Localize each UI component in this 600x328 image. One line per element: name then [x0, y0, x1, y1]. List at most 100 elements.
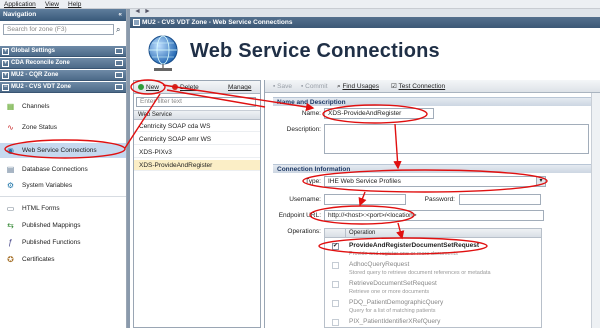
nav-item-published-mappings[interactable]: ⇆ Published Mappings	[0, 218, 126, 233]
function-icon: ƒ	[8, 238, 13, 247]
operations-table: Operation ✔ ProvideAndRegisterDocumentSet…	[324, 228, 542, 328]
endpoint-url-label: Endpoint URL:	[278, 212, 321, 219]
detail-toolbar: ▪ Save ▪ Commit ⌕ Find Usages ☑ Test Con…	[265, 80, 600, 93]
form-icon: ▭	[6, 204, 15, 213]
web-service-list-panel: New Delete Manage Enter filter text Web …	[133, 80, 261, 328]
operation-row[interactable]: PIX_PatientIdentifierXRefQuery	[325, 316, 541, 328]
operation-column-label: Operation	[349, 230, 376, 236]
password-field[interactable]	[459, 194, 541, 205]
operation-checkbox[interactable]	[332, 281, 339, 288]
nav-item-label: Published Mappings	[22, 222, 81, 229]
save-label: Save	[277, 83, 292, 90]
nav-item-channels[interactable]: ▦ Channels	[0, 99, 126, 114]
nav-divider	[0, 196, 126, 197]
manage-label: Manage	[228, 84, 252, 91]
database-icon: ▤	[6, 165, 15, 174]
test-icon: ☑	[391, 83, 397, 90]
test-connection-button[interactable]: ☑ Test Connection	[391, 80, 445, 93]
menu-application[interactable]: Application	[4, 0, 36, 9]
nav-item-database-connections[interactable]: ▤ Database Connections	[0, 162, 126, 177]
zone-icon	[115, 72, 123, 78]
nav-item-html-forms[interactable]: ▭ HTML Forms	[0, 201, 126, 216]
description-field[interactable]	[324, 124, 589, 154]
find-usages-button[interactable]: ⌕ Find Usages	[337, 80, 379, 93]
list-toolbar: New Delete Manage	[134, 81, 260, 94]
web-service-globe-icon	[148, 35, 178, 71]
delete-label: Delete	[180, 84, 199, 91]
operation-name: ProvideAndRegisterDocumentSetRequest	[349, 242, 480, 249]
navigation-title-bar: Navigation «	[0, 9, 126, 21]
type-select[interactable]: IHE Web Service Profiles ▾	[324, 176, 546, 187]
operations-header: Operation	[325, 229, 541, 238]
navigation-title: Navigation	[3, 11, 37, 18]
nav-item-zone-status[interactable]: ∿ Zone Status	[0, 120, 126, 135]
zone-label: MU2 - CVS VDT Zone	[11, 84, 72, 90]
manage-button[interactable]: Manage	[228, 81, 252, 94]
username-field[interactable]	[324, 194, 406, 205]
detail-scrollbar[interactable]	[591, 93, 600, 328]
nav-item-label: Database Connections	[22, 166, 88, 173]
new-label: New	[146, 84, 160, 91]
operation-checkbox[interactable]: ✔	[332, 243, 339, 250]
navigation-toolbar: ◄ ►	[130, 8, 600, 17]
section-name-description: Name and Description	[273, 97, 600, 106]
nav-item-published-functions[interactable]: ƒ Published Functions	[0, 235, 126, 250]
menu-help[interactable]: Help	[68, 0, 81, 9]
certificate-icon: ✪	[7, 255, 14, 264]
name-field[interactable]: XDS-ProvideAndRegister	[324, 108, 434, 119]
operation-description: Stored query to retrieve document refere…	[349, 270, 491, 276]
operation-checkbox[interactable]	[332, 262, 339, 269]
zone-icon	[115, 48, 123, 54]
zone-label: CDA Reconcile Zone	[11, 60, 70, 66]
nav-item-label: Zone Status	[22, 124, 58, 131]
operation-checkbox[interactable]	[332, 319, 339, 326]
operation-checkbox[interactable]	[332, 300, 339, 307]
zone-icon	[115, 84, 123, 90]
username-label: Username:	[289, 196, 321, 203]
zone-icon	[115, 60, 123, 66]
column-header-web-service[interactable]: Web Service	[134, 110, 260, 120]
back-icon[interactable]: ◄	[134, 8, 141, 15]
delete-button[interactable]: Delete	[172, 81, 199, 94]
pulse-icon: ∿	[7, 123, 14, 132]
add-icon	[138, 84, 144, 91]
zone-global-settings[interactable]: + Global Settings	[0, 46, 126, 57]
find-usages-label: Find Usages	[342, 83, 379, 90]
search-icon[interactable]: ⌕	[116, 24, 125, 35]
nav-item-label: System Variables	[22, 182, 73, 189]
new-button[interactable]: New	[138, 81, 159, 94]
connection-detail-panel: ▪ Save ▪ Commit ⌕ Find Usages ☑ Test Con…	[264, 80, 600, 328]
zone-label: Global Settings	[11, 48, 56, 54]
operation-name: AdhocQueryRequest	[349, 261, 410, 268]
zone-mu2-cqr[interactable]: + MU2 - CQR Zone	[0, 70, 126, 81]
name-label: Name:	[301, 110, 321, 117]
endpoint-url-field[interactable]: http://<host>:<port>/<location>	[324, 210, 544, 221]
operation-name: PDQ_PatientDemographicQuery	[349, 299, 444, 306]
list-item[interactable]: Centricity SOAP emr WS	[134, 134, 260, 145]
list-item[interactable]: XDS-PIXv3	[134, 147, 260, 158]
menu-view[interactable]: View	[45, 0, 59, 9]
menu-bar: Application View Help	[0, 0, 600, 9]
nav-item-label: Channels	[22, 103, 50, 110]
nav-item-label: Web Service Connections	[22, 147, 97, 154]
commit-button[interactable]: ▪ Commit	[301, 80, 328, 93]
forward-icon[interactable]: ►	[144, 8, 151, 15]
filter-input[interactable]: Enter filter text	[136, 97, 256, 107]
operation-description: Retrieve one or more documents	[349, 289, 430, 295]
zone-label: MU2 - CQR Zone	[11, 72, 59, 78]
type-value: IHE Web Service Profiles	[328, 178, 401, 185]
operation-description: Query for a list of matching patients	[349, 308, 436, 314]
list-item-selected[interactable]: XDS-ProvideAndRegister	[134, 160, 260, 171]
save-button[interactable]: ▪ Save	[273, 80, 292, 93]
tab-web-service-connections[interactable]: MU2 - CVS VDT Zone - Web Service Connect…	[130, 17, 600, 28]
list-item[interactable]: Centricity SOAP cda WS	[134, 121, 260, 132]
zone-mu2-cvs-vdt[interactable]: − MU2 - CVS VDT Zone	[0, 82, 126, 93]
zone-cda-reconcile[interactable]: + CDA Reconcile Zone	[0, 58, 126, 69]
zone-search-input[interactable]: Search for zone (F3)	[3, 24, 114, 35]
collapse-icon[interactable]: «	[118, 9, 122, 21]
section-connection-information: Connection Information	[273, 164, 600, 173]
nav-item-web-service-connections[interactable]: ◉ Web Service Connections	[0, 143, 126, 158]
nav-item-system-variables[interactable]: ⚙ System Variables	[0, 178, 126, 193]
nav-item-certificates[interactable]: ✪ Certificates	[0, 252, 126, 267]
tab-icon	[133, 19, 140, 26]
